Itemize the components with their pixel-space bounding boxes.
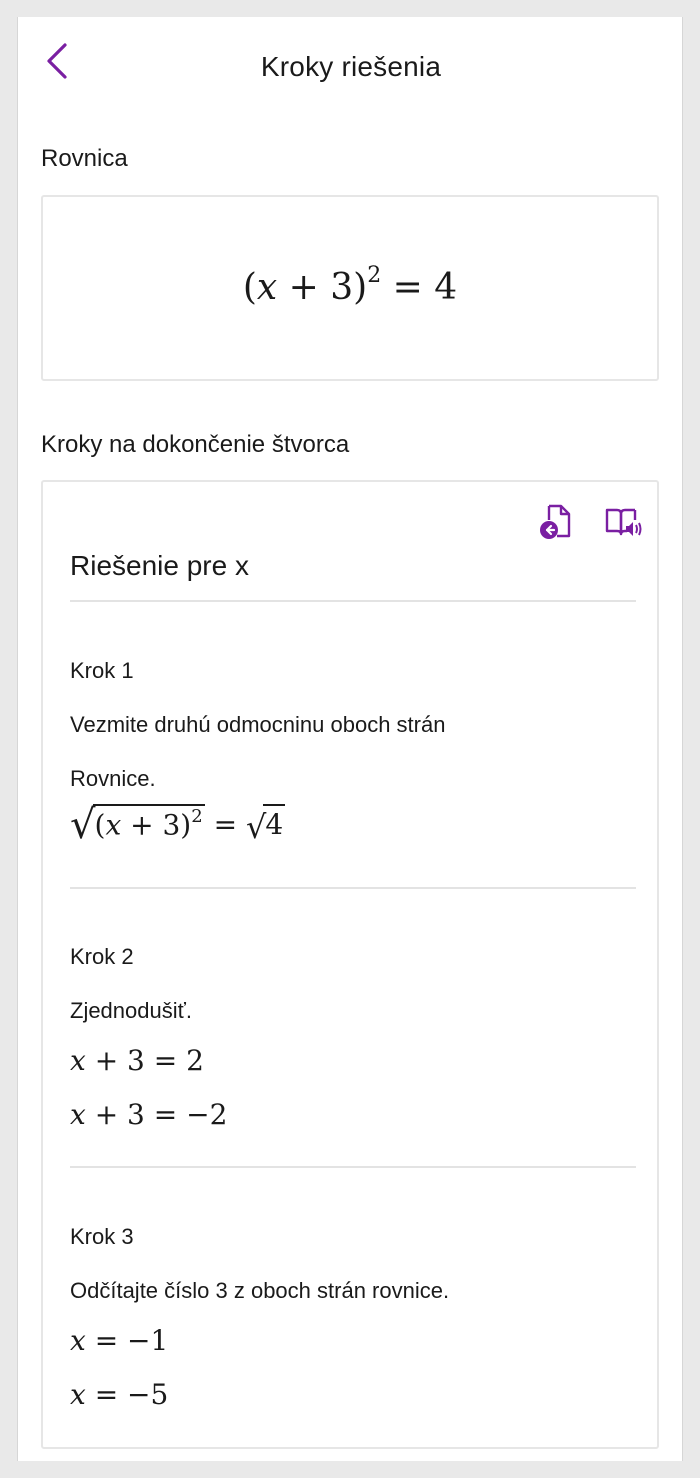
step-1-text-line1: Vezmite druhú odmocninu oboch strán bbox=[70, 712, 446, 737]
step-3-math-line2: x = −5 bbox=[70, 1378, 168, 1411]
eq-open-paren: ( bbox=[242, 267, 257, 308]
equation-section-label: Rovnica bbox=[41, 145, 128, 172]
math-variable: x bbox=[70, 1098, 86, 1131]
math-variable: x bbox=[70, 1044, 86, 1077]
step-1-text-line2: Rovnice. bbox=[70, 766, 156, 791]
step-1-inner-rest: + 3) bbox=[121, 808, 192, 841]
sqrt-body: (x + 3)2 bbox=[92, 803, 205, 841]
insert-document-icon bbox=[540, 504, 571, 539]
immersive-reader-button[interactable] bbox=[603, 502, 643, 542]
eq-exponent: 2 bbox=[367, 263, 382, 288]
step-1-equals: = bbox=[204, 808, 246, 841]
step-2-math-line2: x + 3 = −2 bbox=[70, 1098, 227, 1131]
step-1-variable: x bbox=[105, 808, 122, 841]
step-2-math-line1: x + 3 = 2 bbox=[70, 1044, 204, 1077]
main-equation: (x + 3)2 = 4 bbox=[43, 263, 657, 308]
page-title: Kroky riešenia bbox=[260, 51, 442, 82]
solve-title: Riešenie pre x bbox=[70, 550, 249, 581]
math-variable: x bbox=[70, 1378, 86, 1411]
step-3-math-line1: x = −1 bbox=[70, 1324, 168, 1357]
step-3-label: Krok 3 bbox=[70, 1224, 134, 1249]
step-1-exponent: 2 bbox=[191, 805, 203, 827]
step-1-math: √(x + 3)2 = √4 bbox=[70, 802, 286, 848]
step-1-open-paren: ( bbox=[94, 808, 106, 841]
divider bbox=[70, 1166, 636, 1168]
math-rest: = −5 bbox=[85, 1378, 169, 1411]
step-2-text: Zjednodušiť. bbox=[70, 998, 192, 1023]
eq-variable: x bbox=[256, 267, 278, 308]
step-1-label: Krok 1 bbox=[70, 658, 134, 683]
step-1-rhs-value: 4 bbox=[263, 804, 286, 841]
eq-lhs-rest: + 3) bbox=[277, 267, 368, 308]
sqrt-expression: √(x + 3)2 bbox=[70, 802, 205, 848]
eq-rhs: = 4 bbox=[381, 267, 458, 308]
math-rest: + 3 = −2 bbox=[85, 1098, 228, 1131]
sqrt-rhs: √4 bbox=[246, 804, 286, 846]
equation-card: (x + 3)2 = 4 bbox=[41, 195, 659, 381]
steps-section-label: Kroky na dokončenie štvorca bbox=[41, 431, 350, 458]
math-rest: = −1 bbox=[85, 1324, 169, 1357]
math-variable: x bbox=[70, 1324, 86, 1357]
divider bbox=[70, 600, 636, 602]
step-3-text: Odčítajte číslo 3 z oboch strán rovnice. bbox=[70, 1278, 450, 1303]
step-2-label: Krok 2 bbox=[70, 944, 134, 969]
app-frame: Kroky riešenia Rovnica (x + 3)2 = 4 Krok… bbox=[0, 0, 700, 1478]
immersive-reader-icon bbox=[605, 508, 642, 536]
math-rest: + 3 = 2 bbox=[85, 1044, 204, 1077]
steps-panel: Kroky riešenia Rovnica (x + 3)2 = 4 Krok… bbox=[17, 17, 683, 1461]
divider bbox=[70, 887, 636, 889]
insert-steps-button[interactable] bbox=[537, 502, 577, 542]
steps-card: Riešenie pre x Krok 1 Vezmite druhú odmo… bbox=[41, 480, 659, 1449]
